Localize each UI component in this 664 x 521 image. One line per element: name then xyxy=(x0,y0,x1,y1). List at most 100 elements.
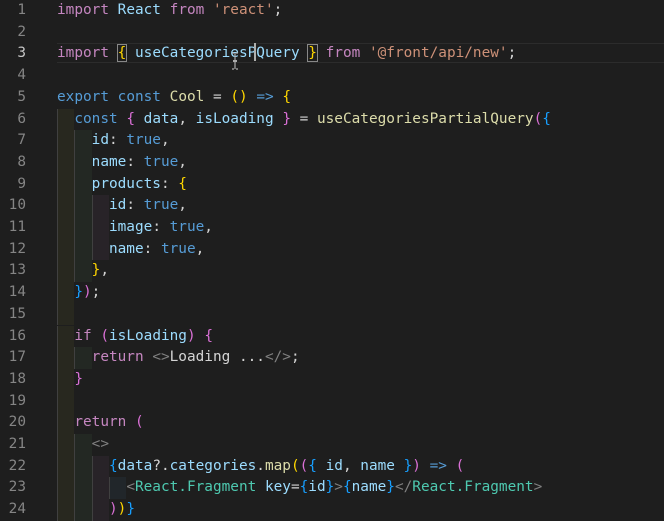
code-token: from xyxy=(169,2,205,18)
code-token: name xyxy=(91,153,127,170)
code-token: ) xyxy=(186,327,196,344)
code-token: isLoading xyxy=(195,110,274,127)
code-area[interactable]: import React from 'react'; import { useCa… xyxy=(57,0,664,517)
code-token: true xyxy=(143,197,179,214)
code-line[interactable]: }); xyxy=(57,282,100,304)
code-token: ; xyxy=(273,2,283,18)
code-token: import xyxy=(57,45,109,62)
code-token: ) xyxy=(412,457,421,474)
code-token: name xyxy=(108,240,144,257)
code-token: <> xyxy=(152,349,170,366)
ibeam-cursor-icon xyxy=(232,52,238,70)
code-token: true xyxy=(126,132,161,149)
code-token: { xyxy=(204,327,213,344)
code-line[interactable]: import React from 'react'; xyxy=(57,0,282,22)
code-token: , xyxy=(204,219,213,235)
code-token: </> xyxy=(264,349,291,366)
code-line[interactable]: if (isLoading) { xyxy=(57,326,213,348)
code-token: = xyxy=(204,88,231,105)
code-token: products xyxy=(91,175,161,192)
code-token: = xyxy=(290,110,317,127)
code-line[interactable]: } xyxy=(57,369,83,391)
code-token: id xyxy=(91,132,109,149)
line-number: 3 xyxy=(17,45,26,62)
code-token: } xyxy=(325,479,335,496)
code-token: : xyxy=(143,240,161,257)
code-line[interactable]: ))} xyxy=(57,499,135,521)
code-token: { xyxy=(282,88,291,105)
line-number: 8 xyxy=(17,153,26,170)
code-line[interactable]: id: true, xyxy=(57,130,170,152)
code-token: , xyxy=(160,132,170,149)
code-token: : xyxy=(152,219,170,235)
code-token: data xyxy=(117,457,153,474)
code-token: () xyxy=(230,88,248,105)
code-token: from xyxy=(325,45,361,62)
code-token: ( xyxy=(299,457,309,474)
code-line[interactable]: <> xyxy=(57,434,109,456)
code-line[interactable]: products: { xyxy=(57,174,187,196)
code-token: { xyxy=(178,175,187,192)
line-number: 6 xyxy=(17,110,26,127)
code-token: , xyxy=(342,457,361,474)
code-token: name xyxy=(360,457,395,474)
code-token: const xyxy=(117,88,161,105)
code-line[interactable]: {data?.categories.map(({ id, name }) => … xyxy=(57,456,464,478)
code-token: = xyxy=(290,479,300,496)
code-token: , xyxy=(178,153,187,170)
code-token: name xyxy=(351,479,387,496)
code-line[interactable]: image: true, xyxy=(57,217,213,239)
code-line[interactable]: import { useCategoriesPQuery } from '@fr… xyxy=(57,43,516,65)
code-line[interactable]: <React.Fragment key={id}>{name}</React.F… xyxy=(57,477,542,499)
code-token: : xyxy=(108,132,127,149)
code-token: if xyxy=(74,327,92,344)
code-token: { xyxy=(126,110,135,127)
code-token: 'react' xyxy=(212,2,274,18)
code-token: , xyxy=(178,110,196,127)
code-token: import xyxy=(57,2,109,18)
code-token: id xyxy=(108,197,127,214)
code-editor[interactable]: 1 2 3 4 5 6 7 8 9 10 11 12 13 14 15 16 17 18 19 20 21 22 23 24 … xyxy=(0,0,664,521)
code-token: } xyxy=(282,110,291,127)
code-line[interactable]: return ( xyxy=(57,412,144,434)
code-line[interactable]: export const Cool = () => { xyxy=(57,87,291,109)
code-line[interactable]: const { data, isLoading } = useCategorie… xyxy=(57,109,551,131)
code-token: => xyxy=(256,88,274,105)
code-line[interactable]: }, xyxy=(57,260,109,282)
code-token: true xyxy=(143,153,179,170)
code-token: , xyxy=(178,197,187,214)
code-line[interactable]: name: true, xyxy=(57,152,187,174)
code-token: true xyxy=(169,219,205,235)
code-line[interactable]: id: true, xyxy=(57,195,187,217)
code-token: ( xyxy=(134,414,144,431)
code-token: } xyxy=(403,457,413,474)
code-token: map xyxy=(264,457,291,474)
code-line[interactable]: name: true, xyxy=(57,239,204,261)
code-token: useCategoriesPQuery xyxy=(135,45,300,62)
code-token: } xyxy=(386,479,395,496)
line-number: 12 xyxy=(8,240,26,257)
code-token: { xyxy=(308,457,317,474)
code-token: </ xyxy=(394,479,413,496)
line-number: 9 xyxy=(17,175,26,192)
code-token: ?. xyxy=(152,457,170,474)
code-line[interactable]: return <>Loading ...</>; xyxy=(57,347,300,369)
code-token: useCategoriesPartialQuery xyxy=(316,110,534,127)
